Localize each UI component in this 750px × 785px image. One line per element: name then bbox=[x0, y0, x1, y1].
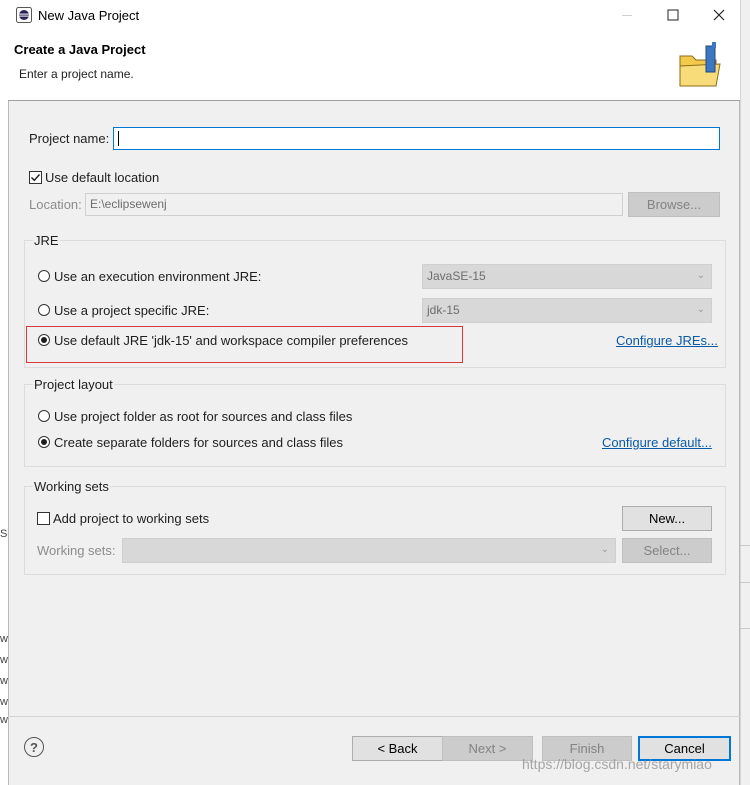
configure-default-link[interactable]: Configure default... bbox=[602, 435, 712, 450]
eclipse-icon bbox=[16, 7, 32, 23]
watermark-text: https://blog.csdn.net/starymiao bbox=[522, 756, 712, 772]
jre-group-label: JRE bbox=[33, 233, 60, 248]
working-sets-select[interactable]: ⌄ bbox=[122, 538, 616, 563]
use-default-location-checkbox[interactable] bbox=[29, 171, 42, 184]
next-button[interactable]: Next > bbox=[442, 736, 533, 761]
background-text: w bbox=[0, 675, 8, 687]
background-window-strip bbox=[740, 0, 750, 785]
configure-jres-link[interactable]: Configure JREs... bbox=[616, 333, 718, 348]
add-to-working-sets-checkbox[interactable] bbox=[37, 512, 50, 525]
background-text: w bbox=[0, 714, 8, 726]
working-sets-group-label: Working sets bbox=[33, 479, 110, 494]
java-folder-icon bbox=[676, 42, 726, 92]
jre-env-radio[interactable] bbox=[38, 270, 50, 282]
back-button[interactable]: < Back bbox=[352, 736, 443, 761]
project-name-label: Project name: bbox=[29, 131, 110, 146]
wizard-title: Create a Java Project bbox=[14, 42, 146, 57]
working-sets-label: Working sets: bbox=[37, 543, 116, 558]
wizard-header bbox=[8, 30, 740, 101]
add-to-working-sets-label: Add project to working sets bbox=[53, 511, 210, 526]
layout-root-radio[interactable] bbox=[38, 410, 50, 422]
jre-specific-value: jdk-15 bbox=[427, 303, 460, 317]
use-default-location-label: Use default location bbox=[45, 170, 160, 185]
background-divider bbox=[740, 545, 750, 546]
project-name-input[interactable] bbox=[113, 127, 720, 150]
jre-specific-label: Use a project specific JRE: bbox=[54, 303, 210, 318]
jre-env-value: JavaSE-15 bbox=[427, 269, 486, 283]
close-icon[interactable] bbox=[696, 0, 742, 30]
background-text: Se bbox=[0, 528, 8, 540]
minimize-icon[interactable] bbox=[604, 0, 650, 30]
jre-env-label: Use an execution environment JRE: bbox=[54, 269, 262, 284]
chevron-down-icon: ⌄ bbox=[696, 270, 705, 281]
select-working-sets-button[interactable]: Select... bbox=[622, 538, 712, 563]
browse-button[interactable]: Browse... bbox=[628, 192, 720, 217]
window-title: New Java Project bbox=[38, 8, 140, 23]
location-input[interactable]: E:\eclipsewenj bbox=[85, 193, 623, 216]
chevron-down-icon: ⌄ bbox=[696, 304, 705, 315]
jre-specific-select[interactable]: jdk-15 ⌄ bbox=[422, 298, 712, 323]
layout-root-label: Use project folder as root for sources a… bbox=[54, 409, 353, 424]
jre-env-select[interactable]: JavaSE-15 ⌄ bbox=[422, 264, 712, 289]
project-layout-group-label: Project layout bbox=[33, 377, 114, 392]
layout-separate-radio[interactable] bbox=[38, 436, 50, 448]
help-icon[interactable]: ? bbox=[24, 737, 44, 757]
annotation-highlight-box bbox=[26, 326, 463, 363]
jre-specific-radio[interactable] bbox=[38, 304, 50, 316]
layout-separate-label: Create separate folders for sources and … bbox=[54, 435, 344, 450]
project-layout-group bbox=[24, 384, 726, 467]
wizard-subtitle: Enter a project name. bbox=[19, 67, 134, 81]
background-divider bbox=[740, 582, 750, 583]
background-text: w bbox=[0, 633, 8, 645]
text-caret bbox=[118, 131, 119, 146]
footer-divider bbox=[8, 716, 740, 717]
new-working-set-button[interactable]: New... bbox=[622, 506, 712, 531]
background-text: w bbox=[0, 654, 8, 666]
maximize-icon[interactable] bbox=[650, 0, 696, 30]
chevron-down-icon: ⌄ bbox=[600, 544, 609, 555]
background-divider bbox=[740, 628, 750, 629]
background-text: w bbox=[0, 696, 8, 708]
location-label: Location: bbox=[29, 197, 82, 212]
